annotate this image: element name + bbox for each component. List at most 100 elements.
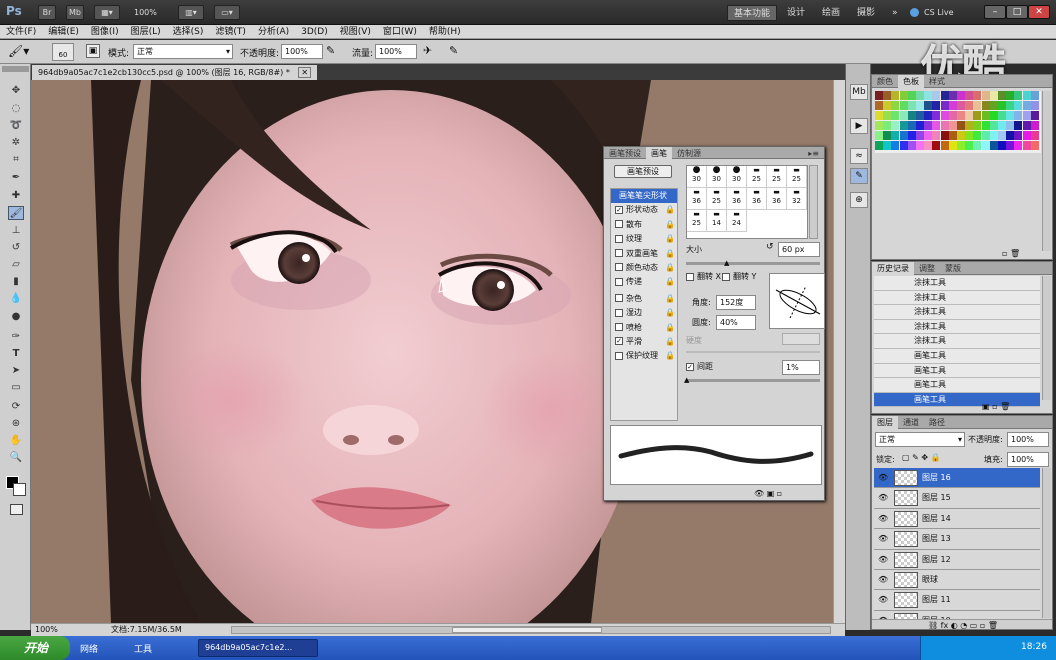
brush-tip[interactable]: ▬ 36 xyxy=(687,188,707,210)
color-swatch[interactable] xyxy=(1014,141,1023,150)
color-swatch[interactable] xyxy=(1022,141,1031,150)
taskbar-network[interactable]: 网络 xyxy=(80,642,98,655)
workspace-design[interactable]: 设计 xyxy=(781,5,811,21)
color-swatch[interactable] xyxy=(981,91,990,100)
color-swatch[interactable] xyxy=(973,121,982,130)
color-swatch[interactable] xyxy=(981,141,990,150)
arrange-documents-button[interactable]: ▥▾ xyxy=(178,5,204,20)
blur-tool-icon[interactable]: 💧 xyxy=(8,292,24,306)
color-swatch[interactable] xyxy=(924,111,933,120)
color-swatch[interactable] xyxy=(973,141,982,150)
color-swatch[interactable] xyxy=(924,131,933,140)
color-swatch[interactable] xyxy=(1014,91,1023,100)
brush-tip[interactable]: ● 30 xyxy=(727,166,747,188)
color-swatch[interactable] xyxy=(1030,121,1039,130)
color-swatch[interactable] xyxy=(1006,101,1015,110)
color-swatch[interactable] xyxy=(883,141,892,150)
path-select-tool-icon[interactable]: ➤ xyxy=(8,364,24,378)
color-swatch[interactable] xyxy=(1030,131,1039,140)
color-swatch[interactable] xyxy=(891,111,900,120)
cs-live-button[interactable]: CS Live xyxy=(918,5,960,21)
color-swatch[interactable] xyxy=(948,121,957,130)
color-swatch[interactable] xyxy=(957,121,965,130)
color-swatch[interactable] xyxy=(1014,101,1023,110)
reset-size-icon[interactable]: ↺ xyxy=(766,242,774,252)
tab-brush[interactable]: 画笔 xyxy=(646,147,672,160)
color-swatch[interactable] xyxy=(965,101,974,110)
brush-tip[interactable]: ▬ 36 xyxy=(747,188,767,210)
flow-input[interactable]: 100% xyxy=(375,44,417,59)
lock-icon[interactable]: 🔒 xyxy=(665,292,675,306)
mini-bridge-panel-icon[interactable]: Mb xyxy=(850,84,868,100)
color-swatch[interactable] xyxy=(1030,111,1039,120)
brush-option[interactable]: 杂色 🔒 xyxy=(611,292,677,306)
gradient-tool-icon[interactable]: ▮ xyxy=(8,275,24,289)
eraser-tool-icon[interactable]: ▱ xyxy=(8,258,24,272)
menu-window[interactable]: 窗口(W) xyxy=(377,25,423,39)
history-actions-icon[interactable]: ▣ ▫ 🗑 xyxy=(982,402,1010,411)
lock-icon[interactable]: 🔒 xyxy=(665,335,675,349)
color-swatch[interactable] xyxy=(875,101,883,110)
color-swatch[interactable] xyxy=(973,101,982,110)
layer-row[interactable]: 👁 图层 12 xyxy=(874,549,1040,570)
healing-brush-tool-icon[interactable]: ✚ xyxy=(8,189,24,203)
color-swatch[interactable] xyxy=(875,121,883,130)
bridge-button[interactable]: Br xyxy=(38,5,56,20)
history-item[interactable]: 涂抹工具 xyxy=(874,334,1040,349)
visibility-eye-icon[interactable]: 👁 xyxy=(878,575,888,584)
color-swatch[interactable] xyxy=(948,101,957,110)
minimize-button[interactable]: – xyxy=(984,5,1006,19)
color-swatch[interactable] xyxy=(899,101,908,110)
brush-tip[interactable]: ▬ 25 xyxy=(747,166,767,188)
layer-row-selected[interactable]: 👁 图层 16 xyxy=(874,468,1040,489)
color-swatch[interactable] xyxy=(899,131,908,140)
lock-icon[interactable]: 🔒 xyxy=(665,218,675,232)
color-swatch[interactable] xyxy=(989,111,998,120)
more-workspaces-icon[interactable]: » xyxy=(886,5,904,21)
panel-menu-icon[interactable]: ▸≡ xyxy=(803,147,824,160)
color-swatch[interactable] xyxy=(965,121,974,130)
spacing-slider[interactable]: ▲ xyxy=(684,376,820,384)
checkbox-checked[interactable]: ✓ xyxy=(686,362,694,371)
brush-tip[interactable]: ▬ 36 xyxy=(767,188,787,210)
opacity-input[interactable]: 100% xyxy=(281,44,323,59)
history-item[interactable]: 涂抹工具 xyxy=(874,276,1040,291)
layer-row[interactable]: 👁 图层 11 xyxy=(874,590,1040,611)
brush-tip[interactable]: ● 30 xyxy=(687,166,707,188)
color-swatch[interactable] xyxy=(989,131,998,140)
tablet-size-icon[interactable]: ✎ xyxy=(449,44,458,57)
layer-opacity-input[interactable]: 100% xyxy=(1007,432,1049,447)
tab-channels[interactable]: 通道 xyxy=(898,416,924,429)
brush-option[interactable]: 湿边 🔒 xyxy=(611,306,677,320)
lock-icons[interactable]: ▢ ✎ ✥ 🔒 xyxy=(902,453,941,462)
menu-analysis[interactable]: 分析(A) xyxy=(252,25,295,39)
screen-mode-button[interactable]: ▭▾ xyxy=(214,5,240,20)
tab-color[interactable]: 颜色 xyxy=(872,75,898,88)
brush-option[interactable]: 双重画笔 🔒 xyxy=(611,247,677,261)
hand-tool-icon[interactable]: ✋ xyxy=(8,434,24,448)
color-swatch[interactable] xyxy=(932,141,941,150)
color-swatch[interactable] xyxy=(883,121,892,130)
visibility-eye-icon[interactable]: 👁 xyxy=(878,514,888,523)
checkbox[interactable] xyxy=(615,263,623,272)
spacing-input[interactable]: 1% xyxy=(782,360,820,375)
menu-view[interactable]: 视图(V) xyxy=(334,25,377,39)
color-swatch[interactable] xyxy=(924,121,933,130)
brush-tool-icon[interactable]: 🖌 xyxy=(8,206,24,220)
color-swatch[interactable] xyxy=(916,141,924,150)
color-swatch[interactable] xyxy=(907,101,916,110)
brush-tip[interactable]: ▬ 14 xyxy=(707,210,727,232)
color-swatch[interactable] xyxy=(965,111,974,120)
color-swatch[interactable] xyxy=(1022,101,1031,110)
brush-tip[interactable]: ▬ 25 xyxy=(787,166,807,188)
brush-option[interactable]: 喷枪 🔒 xyxy=(611,321,677,335)
color-swatch[interactable] xyxy=(875,141,883,150)
layer-row[interactable]: 👁 眼球 xyxy=(874,569,1040,591)
swatch-grid[interactable] xyxy=(875,91,1041,153)
marquee-tool-icon[interactable]: ◌ xyxy=(8,102,24,116)
type-tool-icon[interactable]: T xyxy=(8,347,24,361)
horizontal-scrollbar[interactable] xyxy=(231,626,831,634)
menu-filter[interactable]: 滤镜(T) xyxy=(209,25,252,39)
color-swatch[interactable] xyxy=(883,91,892,100)
color-swatch[interactable] xyxy=(998,101,1006,110)
